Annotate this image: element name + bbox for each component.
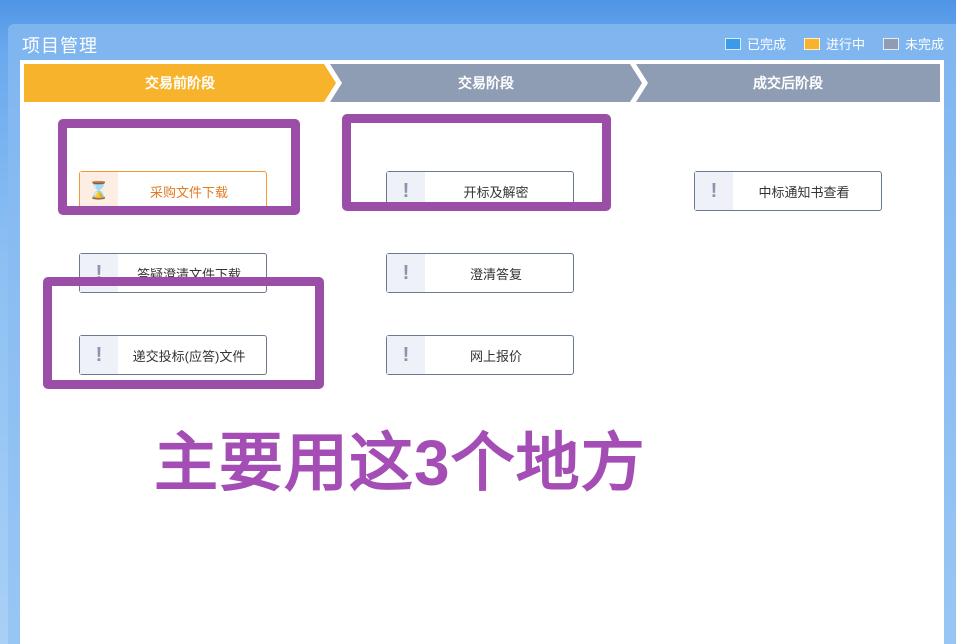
stage-pre-transaction[interactable]: 交易前阶段 — [24, 64, 336, 102]
legend-not-started-label: 未完成 — [904, 37, 944, 52]
legend-completed-swatch — [724, 37, 741, 50]
stage-progress-bar: 交易前阶段 交易阶段 成交后阶段 — [24, 64, 940, 102]
highlight-box-submit-bid — [43, 277, 324, 389]
legend-in-progress-swatch — [803, 37, 820, 50]
panel-title: 项目管理 — [22, 36, 98, 56]
status-legend: 已完成 进行中 未完成 — [724, 34, 944, 53]
task-label: 中标通知书查看 — [758, 184, 850, 200]
task-view-award-notice[interactable]: ! 中标通知书查看 — [694, 171, 882, 211]
annotation-caption: 主要用这3个地方 — [154, 427, 646, 499]
highlight-box-bid-opening — [342, 114, 611, 211]
task-clarification-reply[interactable]: ! 澄清答复 — [386, 253, 574, 293]
stage-post-transaction[interactable]: 成交后阶段 — [636, 64, 940, 102]
legend-not-started-swatch — [882, 37, 899, 50]
exclamation-icon: ! — [387, 336, 425, 374]
exclamation-icon: ! — [387, 254, 425, 292]
task-online-quotation[interactable]: ! 网上报价 — [386, 335, 574, 375]
legend-not-started: 未完成 — [882, 34, 944, 53]
legend-completed: 已完成 — [724, 34, 786, 53]
stage-pre-transaction-label: 交易前阶段 — [145, 75, 215, 91]
legend-in-progress: 进行中 — [803, 34, 865, 53]
stage-transaction[interactable]: 交易阶段 — [330, 64, 642, 102]
stage-post-transaction-label: 成交后阶段 — [753, 75, 823, 91]
task-label: 澄清答复 — [469, 266, 522, 282]
exclamation-icon: ! — [695, 172, 733, 210]
highlight-box-procurement-download — [58, 119, 300, 215]
task-label: 网上报价 — [469, 348, 522, 364]
stage-transaction-label: 交易阶段 — [458, 75, 514, 91]
legend-completed-label: 已完成 — [746, 37, 786, 52]
legend-in-progress-label: 进行中 — [825, 37, 865, 52]
